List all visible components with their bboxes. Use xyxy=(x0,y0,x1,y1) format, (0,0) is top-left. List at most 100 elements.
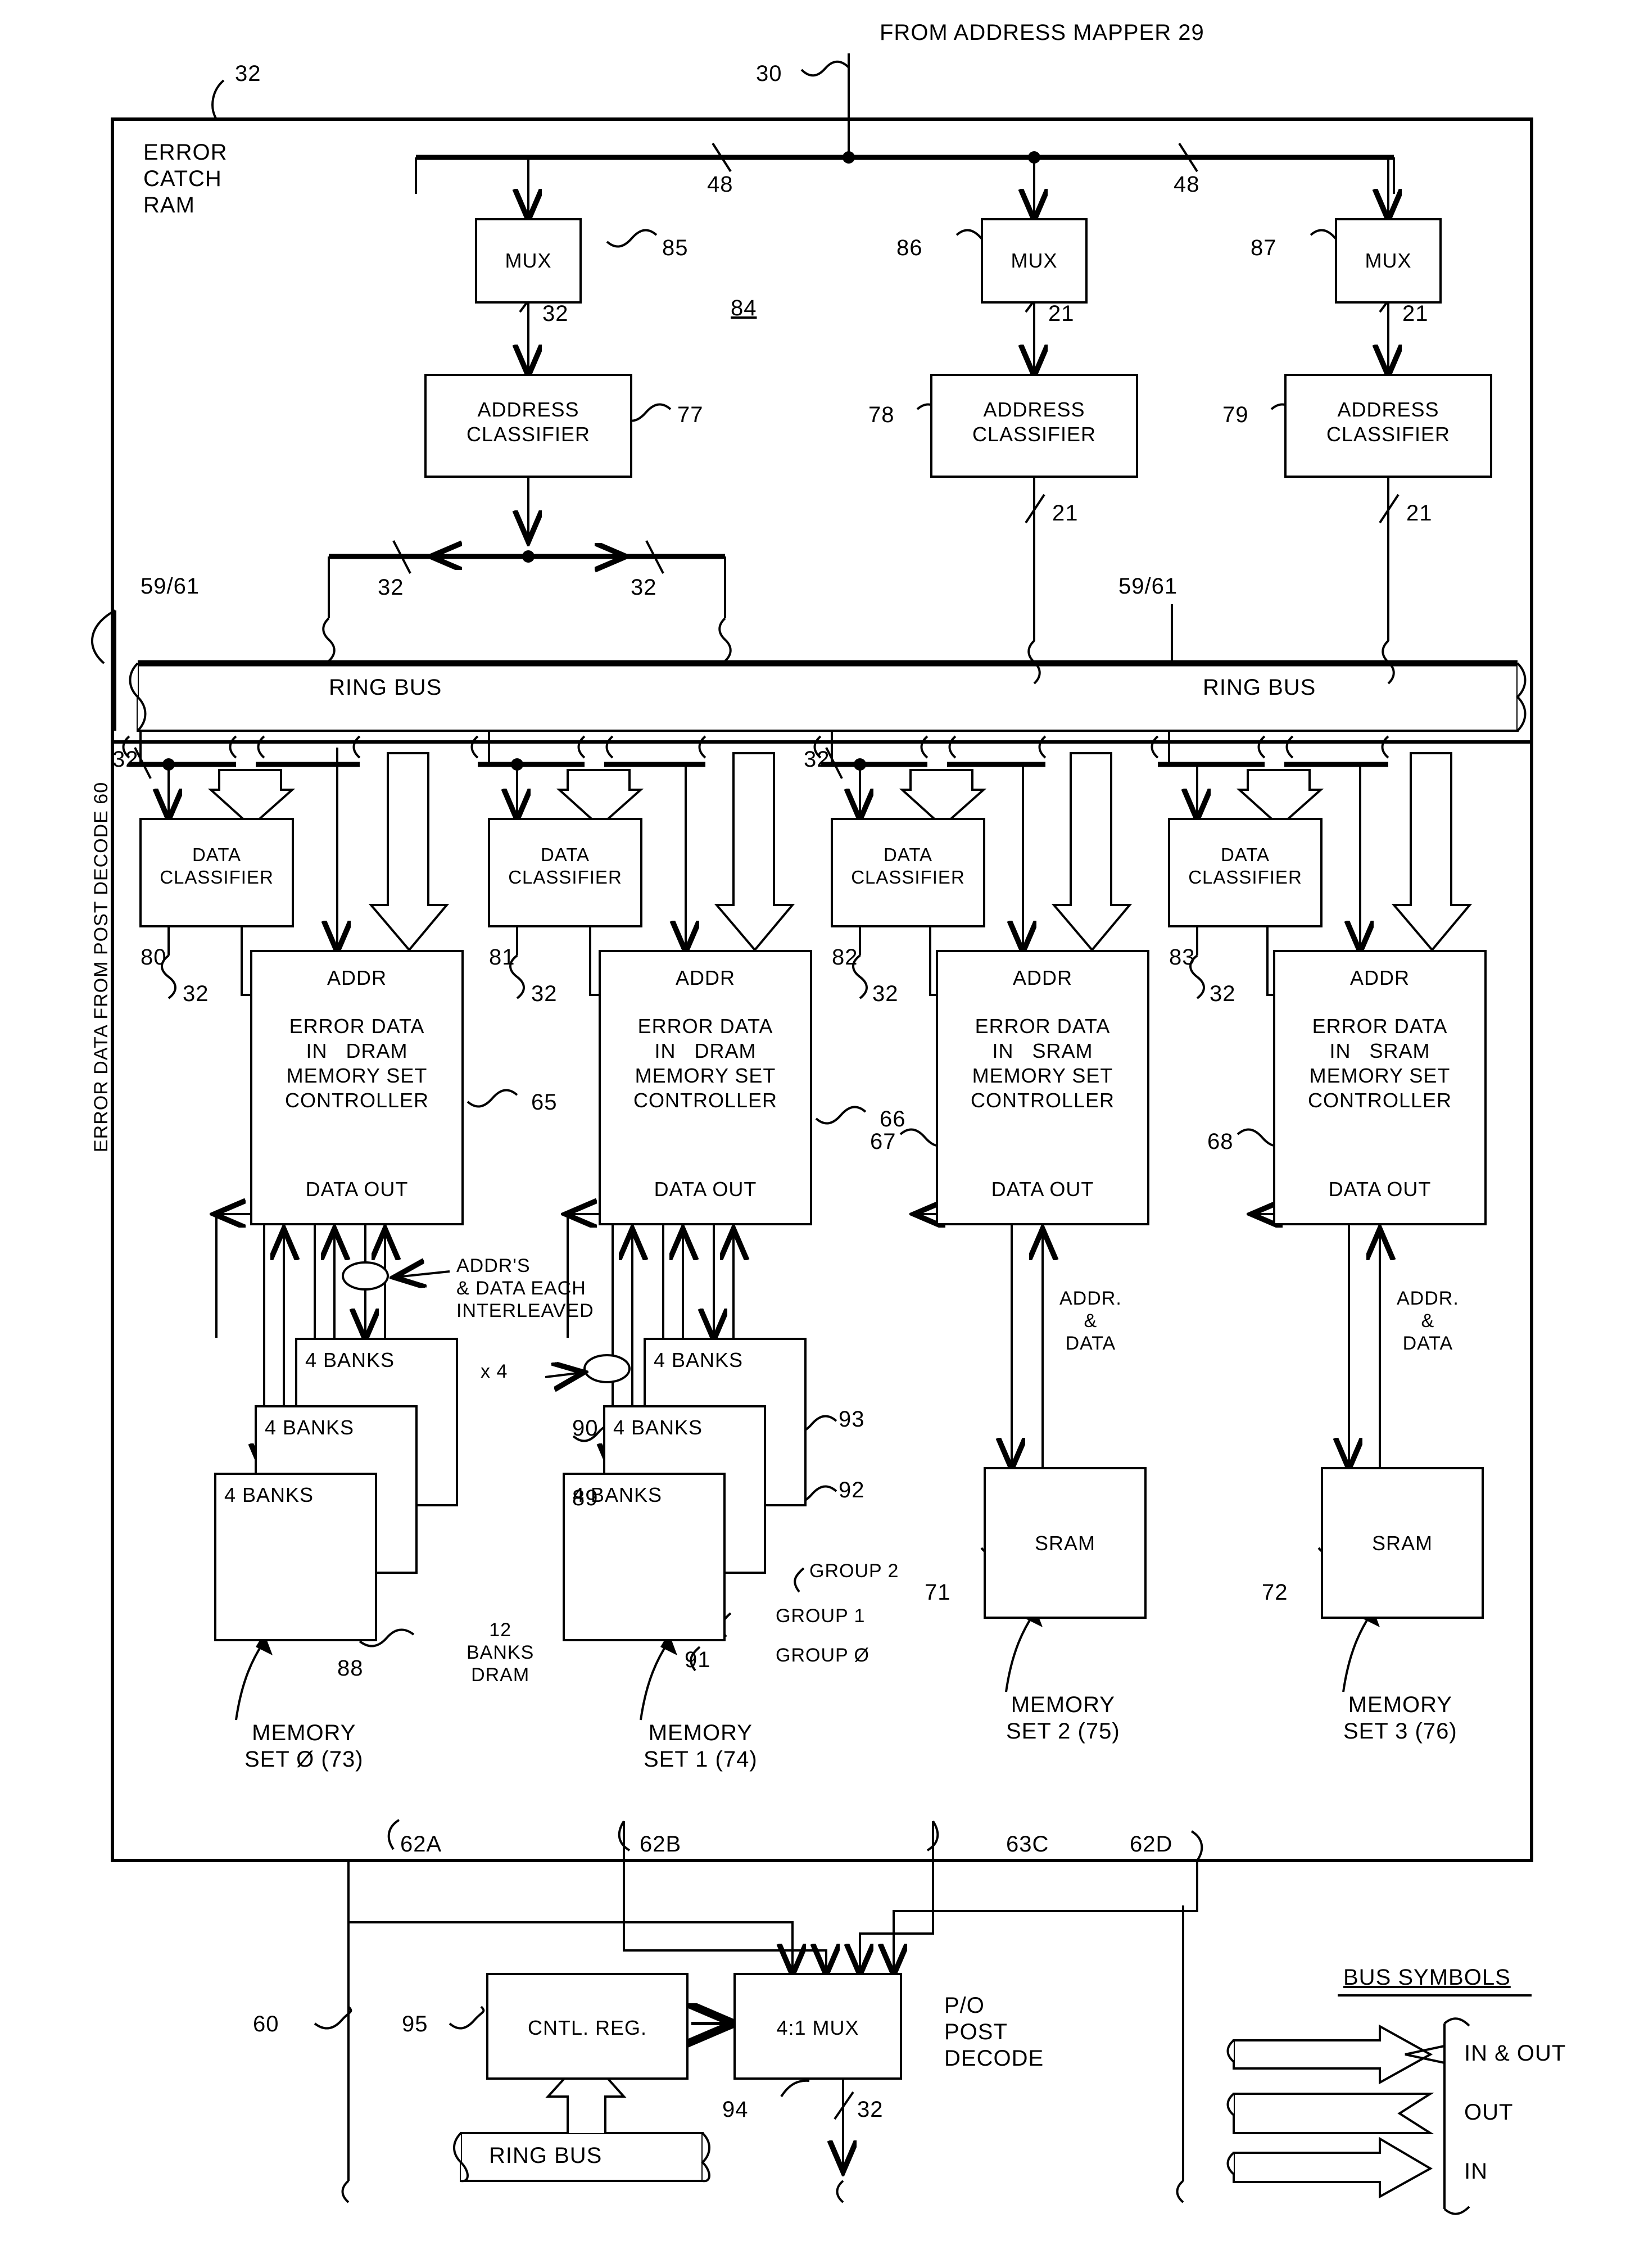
ref-83: 83 xyxy=(1169,945,1195,970)
ref-91: 91 xyxy=(685,1647,711,1672)
bus-symbol-out-label: OUT xyxy=(1464,2100,1514,2125)
data-classifier-82[interactable]: DATA CLASSIFIER xyxy=(831,818,985,927)
banks-label: 4 BANKS xyxy=(224,1483,314,1506)
output-ref-62A: 62A xyxy=(400,1832,442,1857)
source-ref-30: 30 xyxy=(756,61,782,86)
memory-set-0-label: MEMORY SET Ø (73) xyxy=(244,1721,364,1772)
dc81-width-32: 32 xyxy=(531,981,558,1006)
output-ref-63C: 63C xyxy=(1006,1832,1049,1857)
memory-set-controller-65[interactable]: ADDR ERROR DATA IN DRAM MEMORY SET CONTR… xyxy=(250,950,464,1225)
mux-ref-94: 94 xyxy=(722,2097,749,2122)
controller-addr-port: ADDR xyxy=(1012,966,1072,989)
ref-86: 86 xyxy=(896,236,923,260)
sram-box-72[interactable]: SRAM xyxy=(1321,1467,1484,1619)
controller-data-out-port: DATA OUT xyxy=(991,1178,1094,1201)
mux-box-86[interactable]: MUX xyxy=(981,218,1088,304)
mux-box-85[interactable]: MUX xyxy=(475,218,582,304)
output-ref-62D: 62D xyxy=(1130,1832,1173,1857)
dc83-width-32: 32 xyxy=(1210,981,1236,1006)
memory-set-3-label: MEMORY SET 3 (76) xyxy=(1343,1692,1457,1744)
mux-group-ref-84: 84 xyxy=(731,296,757,320)
ac79-out-width: 21 xyxy=(1406,501,1433,526)
controller-body-label: ERROR DATA IN DRAM MEMORY SET CONTROLLER xyxy=(633,1015,778,1112)
source-label: FROM ADDRESS MAPPER 29 xyxy=(880,20,1204,45)
controller-data-out-port: DATA OUT xyxy=(1328,1178,1432,1201)
data-classifier-81[interactable]: DATA CLASSIFIER xyxy=(488,818,642,927)
ac77-out-width-right: 32 xyxy=(631,575,657,600)
ring-bus-ref-left: 59/61 xyxy=(141,574,200,599)
mux-out-width-21-a: 21 xyxy=(1048,301,1075,326)
ref-92: 92 xyxy=(839,1478,865,1502)
cntl-reg-box[interactable]: CNTL. REG. xyxy=(486,1973,689,2080)
ref-93: 93 xyxy=(839,1407,865,1432)
controller-body-label: ERROR DATA IN SRAM MEMORY SET CONTROLLER xyxy=(970,1015,1115,1112)
group-0-label: GROUP Ø xyxy=(776,1645,869,1666)
bus-symbols-title: BUS SYMBOLS xyxy=(1343,1965,1511,1990)
bus-symbol-in-label: IN xyxy=(1464,2159,1488,2184)
controller-addr-port: ADDR xyxy=(675,966,735,989)
dram-total-note: 12 BANKS DRAM xyxy=(467,1619,535,1686)
group-1-label: GROUP 1 xyxy=(776,1605,866,1627)
dc80-width-32: 32 xyxy=(183,981,209,1006)
banks-box-88[interactable]: 4 BANKS xyxy=(214,1473,377,1641)
bus-width-48-left: 48 xyxy=(707,172,733,197)
data-classifier-label: DATA CLASSIFIER xyxy=(160,844,274,888)
mux-label: 4:1 MUX xyxy=(776,2016,859,2039)
ref-77: 77 xyxy=(677,402,704,427)
data-classifier-80[interactable]: DATA CLASSIFIER xyxy=(139,818,294,927)
controller-data-out-port: DATA OUT xyxy=(654,1178,757,1201)
mux-box-87[interactable]: MUX xyxy=(1335,218,1442,304)
address-classifier-77[interactable]: ADDRESS CLASSIFIER xyxy=(424,374,632,478)
sram-label: SRAM xyxy=(1034,1532,1095,1555)
po-post-decode-label: P/O POST DECODE xyxy=(944,1993,1044,2071)
data-classifier-label: DATA CLASSIFIER xyxy=(508,844,622,888)
address-classifier-label: ADDRESS CLASSIFIER xyxy=(972,398,1097,446)
ref-90: 90 xyxy=(572,1416,599,1441)
bottom-ring-bus-label: RING BUS xyxy=(489,2143,603,2168)
banks-label: 4 BANKS xyxy=(265,1416,355,1439)
address-classifier-79[interactable]: ADDRESS CLASSIFIER xyxy=(1284,374,1492,478)
address-classifier-label: ADDRESS CLASSIFIER xyxy=(466,398,591,446)
mux-label: MUX xyxy=(1365,249,1412,272)
sram-box-71[interactable]: SRAM xyxy=(984,1467,1147,1619)
mux-label: MUX xyxy=(1011,249,1058,272)
four-to-one-mux-box[interactable]: 4:1 MUX xyxy=(733,1973,902,2080)
ref-80: 80 xyxy=(141,945,167,970)
address-classifier-78[interactable]: ADDRESS CLASSIFIER xyxy=(930,374,1138,478)
error-catch-ram-title: ERROR CATCH RAM xyxy=(143,140,228,218)
ref-89: 89 xyxy=(572,1486,599,1510)
group-2-label: GROUP 2 xyxy=(809,1560,899,1582)
cntl-reg-ref-95: 95 xyxy=(402,2012,428,2036)
banks-label: 4 BANKS xyxy=(613,1416,703,1439)
memory-set-controller-67[interactable]: ADDR ERROR DATA IN SRAM MEMORY SET CONTR… xyxy=(936,950,1149,1225)
controller-body-label: ERROR DATA IN DRAM MEMORY SET CONTROLLER xyxy=(284,1015,429,1112)
controller-addr-port: ADDR xyxy=(1349,966,1410,989)
mux-out-width-21-b: 21 xyxy=(1402,301,1429,326)
ref-32-outer: 32 xyxy=(235,61,261,86)
ref-79: 79 xyxy=(1222,402,1249,427)
bus-width-48-right: 48 xyxy=(1174,172,1200,197)
ref-81: 81 xyxy=(489,945,515,970)
address-classifier-label: ADDRESS CLASSIFIER xyxy=(1326,398,1451,446)
ac78-out-width: 21 xyxy=(1052,501,1079,526)
addr-data-note-d: ADDR. & DATA xyxy=(1397,1288,1459,1355)
left-vertical-label: ERROR DATA FROM POST DECODE 60 xyxy=(90,781,112,1152)
mux-label: MUX xyxy=(505,249,552,272)
data-classifier-label: DATA CLASSIFIER xyxy=(851,844,965,888)
data-classifier-label: DATA CLASSIFIER xyxy=(1188,844,1302,888)
ref-72: 72 xyxy=(1262,1580,1288,1605)
ref-71: 71 xyxy=(925,1580,951,1605)
cntl-reg-label: CNTL. REG. xyxy=(527,2016,647,2039)
ref-68: 68 xyxy=(1207,1129,1234,1154)
ref-87: 87 xyxy=(1251,236,1277,260)
memory-set-controller-68[interactable]: ADDR ERROR DATA IN SRAM MEMORY SET CONTR… xyxy=(1273,950,1487,1225)
addr-data-note-c: ADDR. & DATA xyxy=(1059,1288,1122,1355)
data-classifier-83[interactable]: DATA CLASSIFIER xyxy=(1168,818,1323,927)
ring-bus-label-right: RING BUS xyxy=(1203,675,1316,700)
ref-65: 65 xyxy=(531,1090,558,1115)
memory-set-controller-66[interactable]: ADDR ERROR DATA IN DRAM MEMORY SET CONTR… xyxy=(599,950,812,1225)
banks-label: 4 BANKS xyxy=(305,1348,395,1371)
ref-78: 78 xyxy=(868,402,895,427)
interleave-note: ADDR'S & DATA EACH INTERLEAVED xyxy=(456,1255,594,1322)
memory-set-2-label: MEMORY SET 2 (75) xyxy=(1006,1692,1120,1744)
